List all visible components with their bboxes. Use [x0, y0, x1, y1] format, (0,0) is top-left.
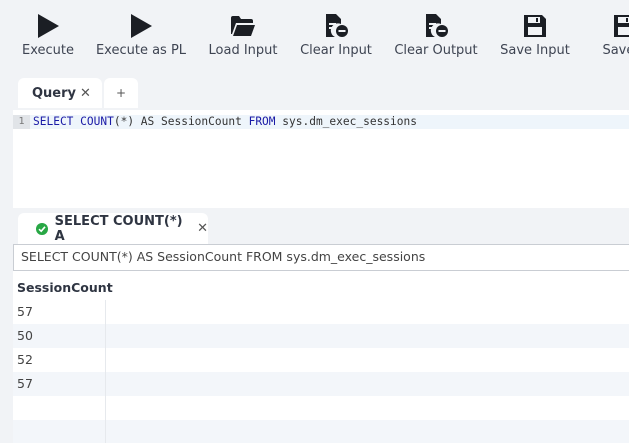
table-cell: 52: [17, 352, 33, 367]
play-icon: [35, 13, 61, 39]
line-number: 1: [13, 115, 30, 129]
clear-output-button[interactable]: Clear Output: [394, 0, 478, 66]
save-input-button[interactable]: Save Input: [500, 0, 570, 66]
tab-result[interactable]: SELECT COUNT(*) A ✕: [18, 213, 208, 244]
tab-query-label: Query: [32, 85, 77, 101]
column-header-label: SessionCount: [17, 280, 113, 295]
code-keyword: FROM: [248, 115, 276, 128]
table-cell: 57: [17, 376, 33, 391]
save-output-button[interactable]: Save C: [594, 0, 629, 66]
load-input-button[interactable]: Load Input: [209, 0, 278, 66]
editor-tab-bar: Query ✕ +: [13, 66, 629, 110]
tab-result-label: SELECT COUNT(*) A: [54, 213, 183, 244]
tab-close-icon[interactable]: ✕: [80, 86, 91, 101]
table-cell: 50: [17, 328, 33, 343]
tab-query[interactable]: Query ✕: [18, 78, 102, 108]
left-gutter: [0, 66, 13, 443]
toolbar: Execute Execute as PL Load Input Clear I…: [0, 0, 629, 66]
floppy-disk-icon: [612, 13, 629, 39]
code-keyword: SELECT: [33, 115, 74, 128]
column-divider: [105, 300, 106, 443]
file-remove-icon: [323, 13, 349, 39]
floppy-disk-icon: [522, 13, 548, 39]
folder-open-icon: [230, 13, 256, 39]
code-fragment: sys.dm_exec_sessions: [275, 115, 417, 128]
execute-button[interactable]: Execute: [22, 0, 74, 66]
code-keyword: COUNT: [80, 115, 114, 128]
check-circle-icon: [36, 222, 48, 235]
results-grid: SessionCount 57 50 52 57: [13, 271, 629, 443]
tab-close-icon[interactable]: ✕: [197, 221, 208, 236]
code-fragment: (*) AS SessionCount: [113, 115, 249, 128]
add-tab-button[interactable]: +: [104, 78, 138, 108]
sql-editor[interactable]: 1 SELECT COUNT(*) AS SessionCount FROM s…: [13, 110, 629, 208]
table-cell: 57: [17, 304, 33, 319]
executed-query-text: SELECT COUNT(*) AS SessionCount FROM sys…: [13, 244, 629, 271]
file-remove-icon: [423, 13, 449, 39]
code-text[interactable]: SELECT COUNT(*) AS SessionCount FROM sys…: [33, 115, 417, 129]
clear-input-button[interactable]: Clear Input: [300, 0, 372, 66]
code-line[interactable]: 1 SELECT COUNT(*) AS SessionCount FROM s…: [13, 115, 629, 129]
column-header[interactable]: SessionCount: [13, 271, 629, 300]
play-icon: [128, 13, 154, 39]
execute-as-pl-button[interactable]: Execute as PL: [96, 0, 186, 66]
